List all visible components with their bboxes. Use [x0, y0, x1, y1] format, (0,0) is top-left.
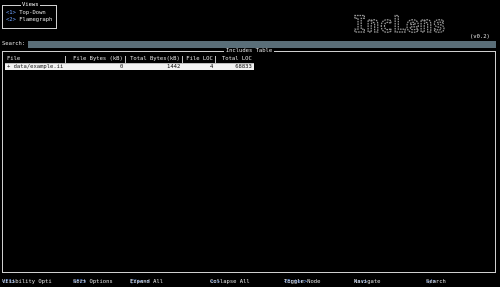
table-header: File File Bytes (kB) Total Bytes(kB) Fil… — [5, 56, 254, 63]
column-header[interactable]: File — [5, 56, 66, 63]
footer-keybindings: <F1> Visibility Opti <F2> Sort Options (… — [2, 279, 498, 286]
view-key: <2> — [6, 17, 16, 23]
column-header[interactable]: Total Bytes(kB) — [125, 56, 183, 63]
app-logo: IncLens — [352, 8, 470, 38]
view-label: Top-Down — [19, 10, 46, 16]
total-loc-cell: 68833 — [215, 63, 254, 70]
includes-table-panel: Includes Table File File Bytes (kB) Tota… — [2, 48, 496, 273]
column-header[interactable]: Total LOC — [215, 56, 254, 63]
panel-title: Includes Table — [223, 48, 275, 54]
search-input[interactable] — [28, 41, 496, 48]
search-label: Search: — [2, 41, 26, 47]
table-row[interactable]: + data/example.ii 0 1442 4 68833 — [5, 63, 254, 70]
column-header[interactable]: File Bytes (kB) — [65, 56, 126, 63]
logo-text: IncLens — [353, 13, 446, 38]
expand-marker[interactable]: + — [7, 64, 10, 70]
footer-label: Collapse All — [210, 279, 250, 285]
view-item-top-down[interactable]: <1> Top-Down — [6, 10, 46, 17]
file-bytes-cell: 0 — [65, 63, 126, 70]
footer-label: Navigate — [354, 279, 381, 285]
footer-label: Expand All — [130, 279, 164, 285]
total-bytes-cell: 1442 — [125, 63, 183, 70]
views-panel: Views <1> Top-Down <2> Flamegraph — [2, 1, 57, 29]
view-key: <1> — [6, 10, 16, 16]
footer-label: Visibility Opti — [2, 279, 52, 285]
file-cell: data/example.ii — [13, 63, 64, 70]
footer-label: Sort Options — [73, 279, 113, 285]
footer-label: Search — [426, 279, 446, 285]
file-loc-cell: 4 — [182, 63, 216, 70]
footer-label: Toggle Node — [284, 279, 321, 285]
views-title: Views — [21, 1, 40, 9]
column-header[interactable]: File LOC — [182, 56, 216, 63]
version-label: (v0.2) — [470, 34, 490, 40]
view-label: Flamegraph — [19, 17, 53, 23]
view-item-flamegraph[interactable]: <2> Flamegraph — [6, 17, 52, 24]
includes-table: File File Bytes (kB) Total Bytes(kB) Fil… — [5, 56, 254, 70]
